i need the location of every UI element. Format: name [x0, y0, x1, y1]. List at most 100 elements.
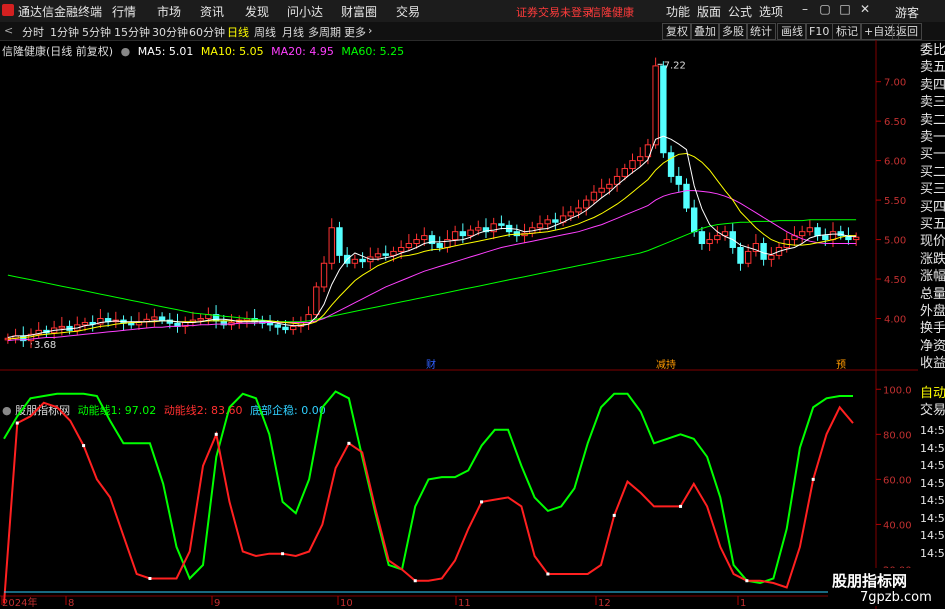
- high-price-label: 7.22: [664, 60, 686, 71]
- mark-button[interactable]: 标记: [832, 23, 862, 40]
- quote-field-label: 买五: [920, 217, 945, 232]
- candle-body: [567, 211, 575, 217]
- multi-stock-button[interactable]: 多股: [718, 23, 748, 40]
- period-5min[interactable]: 5分钟: [82, 24, 111, 40]
- date-label: 8: [68, 598, 74, 609]
- price-tick-label: 6.50: [884, 117, 906, 128]
- candle-body: [667, 152, 675, 177]
- candle-body: [822, 235, 829, 241]
- draw-button[interactable]: 画线: [777, 23, 807, 40]
- menu-formula[interactable]: 公式: [728, 3, 752, 20]
- candle-body: [336, 227, 343, 256]
- menu-function[interactable]: 功能: [666, 3, 690, 20]
- candle-body: [151, 316, 158, 320]
- menu-discover[interactable]: 发现: [245, 3, 269, 20]
- stock-name-label: 信隆健康: [590, 6, 634, 19]
- candle-body: [652, 65, 659, 146]
- date-label: 10: [340, 598, 353, 609]
- candle-body: [397, 246, 405, 252]
- chevron-right-icon[interactable]: ›: [368, 24, 372, 37]
- period-monthly[interactable]: 月线: [282, 24, 304, 40]
- back-arrow-icon[interactable]: <: [4, 24, 13, 37]
- login-warning[interactable]: 证券交易未登录: [516, 4, 593, 20]
- period-weekly[interactable]: 周线: [254, 24, 276, 40]
- momentum-point: [745, 579, 749, 583]
- tick-time-label: 14:56: [920, 459, 945, 472]
- momentum-point: [347, 441, 351, 445]
- right-quote-panel: 委比 卖五 卖四 卖三 卖二 卖一 买一 买二 买三 买四 买五 现价 涨跌 涨幅 总量 外盘 换手 净资 收益 自动…: [918, 40, 945, 560]
- quote-field-label: 卖五: [920, 60, 945, 76]
- tick-time-label: 14:56: [920, 476, 945, 490]
- momentum-point: [148, 576, 152, 580]
- candle-body: [313, 286, 320, 316]
- close-icon[interactable]: ✕: [858, 2, 872, 16]
- period-more[interactable]: 更多: [344, 24, 366, 40]
- maximize-icon[interactable]: □: [838, 2, 852, 16]
- quote-field-label: 收益: [920, 356, 945, 372]
- period-intraday[interactable]: 分时: [22, 24, 44, 40]
- menu-wealth[interactable]: 财富圈: [341, 3, 377, 20]
- candle-body: [421, 235, 428, 241]
- candle-body: [158, 316, 166, 321]
- quote-field-label: 净资: [920, 338, 945, 354]
- menu-quotes[interactable]: 行情: [112, 3, 136, 20]
- trade-tab-label[interactable]: 自动: [920, 385, 945, 402]
- candle-body: [320, 262, 328, 288]
- momentum-point: [811, 477, 815, 481]
- title-bar: 通达信金融终端 行情 市场 资讯 发现 问小达 财富圈 交易 证券交易未登录 信…: [0, 0, 945, 23]
- chart-canvas[interactable]: 7.00 6.50 6.00 5.50 5.00 4.50 4.00 100.0 80.00 60…: [0, 40, 918, 609]
- quote-field-label: 买二: [920, 164, 945, 180]
- tick-time-label: 14:56: [920, 529, 945, 542]
- f10-button[interactable]: F10: [805, 23, 834, 40]
- menu-market[interactable]: 市场: [157, 3, 181, 20]
- candle-body: [459, 231, 467, 237]
- quote-field-label: 换手: [920, 321, 945, 337]
- adjust-button[interactable]: 复权: [662, 23, 692, 40]
- candle-body: [351, 258, 359, 264]
- candle-body: [798, 231, 806, 237]
- candle-body: [768, 254, 775, 260]
- guest-user[interactable]: 游客: [895, 4, 919, 21]
- candle-body: [744, 250, 752, 264]
- overlay-button[interactable]: 叠加: [690, 23, 720, 40]
- date-label: 12: [598, 598, 611, 609]
- tick-time-label: 14:56: [920, 441, 945, 455]
- candle-body: [359, 258, 366, 263]
- period-daily[interactable]: 日线: [227, 24, 249, 40]
- return-button[interactable]: 返回: [892, 23, 922, 40]
- candle-body: [467, 229, 474, 237]
- indicator-tick-label: 60.00: [883, 475, 912, 486]
- candle-body: [197, 318, 204, 321]
- period-60min[interactable]: 60分钟: [189, 24, 225, 40]
- menu-news[interactable]: 资讯: [200, 3, 224, 20]
- candle-body: [814, 227, 821, 237]
- menu-layout[interactable]: 版面: [697, 3, 721, 20]
- menu-assistant[interactable]: 问小达: [287, 3, 323, 20]
- stats-button[interactable]: 统计: [746, 23, 776, 40]
- candle-body: [852, 236, 860, 241]
- candle-body: [274, 324, 281, 328]
- minimize-icon[interactable]: –: [798, 2, 812, 16]
- quote-field-label: 买三: [920, 182, 945, 198]
- quote-field-label: 买四: [920, 199, 945, 215]
- date-label: 1: [740, 598, 746, 609]
- momentum-point: [612, 513, 616, 517]
- date-label: 9: [214, 598, 220, 609]
- trade-tab-label[interactable]: 交易: [920, 402, 945, 419]
- menu-options[interactable]: 选项: [759, 3, 783, 20]
- momentum-point: [214, 432, 218, 436]
- app-title: 通达信金融终端: [18, 5, 103, 19]
- period-1min[interactable]: 1分钟: [50, 24, 79, 40]
- candle-body: [128, 322, 135, 326]
- restore-icon[interactable]: ▢: [818, 2, 832, 16]
- momentum-line-1: [3, 390, 853, 585]
- momentum-point: [281, 552, 285, 556]
- period-multi[interactable]: 多周期: [308, 24, 341, 40]
- candle-body: [698, 231, 706, 245]
- menu-trade[interactable]: 交易: [396, 3, 420, 20]
- period-15min[interactable]: 15分钟: [114, 24, 150, 40]
- period-30min[interactable]: 30分钟: [152, 24, 188, 40]
- tick-time-label: 14:56: [920, 511, 945, 525]
- quote-field-label: 现价: [920, 234, 945, 250]
- quote-field-label: 卖三: [920, 95, 945, 111]
